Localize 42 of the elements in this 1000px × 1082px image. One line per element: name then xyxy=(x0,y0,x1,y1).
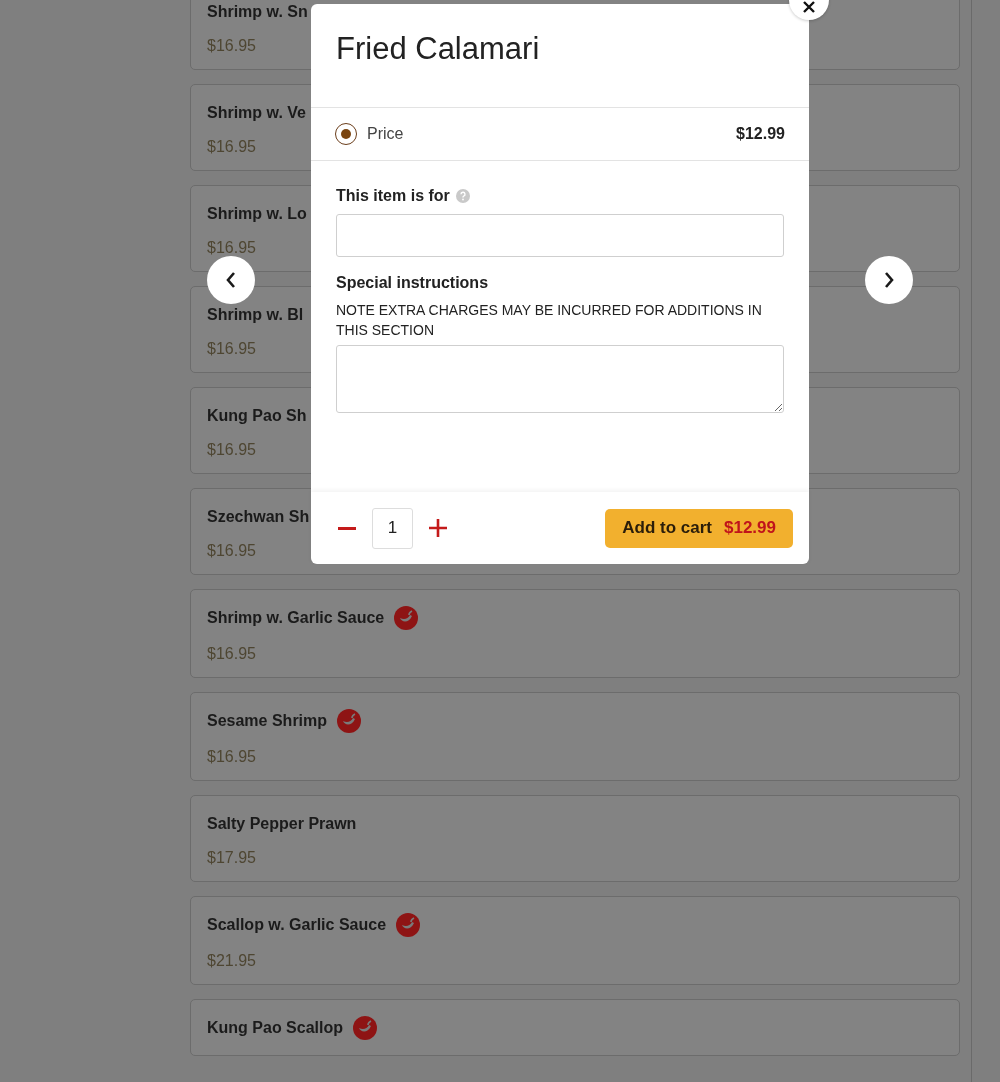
item-price: $17.95 xyxy=(207,849,256,867)
item-name: Szechwan Sh xyxy=(207,508,310,526)
menu-item-card[interactable]: Shrimp w. Garlic Sauce $16.95 xyxy=(190,589,960,678)
item-name: Shrimp w. Bl xyxy=(207,306,304,324)
menu-item-card[interactable]: Sesame Shrimp $16.95 xyxy=(190,692,960,781)
item-price: $16.95 xyxy=(207,441,256,459)
quantity-field[interactable]: 1 xyxy=(372,507,413,549)
item-price: $16.95 xyxy=(207,748,256,766)
field-label: Special instructions xyxy=(336,274,489,292)
increase-button[interactable] xyxy=(427,517,449,539)
dialog-title: Fried Calamari xyxy=(335,30,541,68)
instructions-field[interactable] xyxy=(336,345,784,413)
add-to-cart-button[interactable]: Add to cart $12.99 xyxy=(605,508,793,548)
item-name: Salty Pepper Prawn xyxy=(207,815,357,833)
item-price: $16.95 xyxy=(207,340,256,358)
minus-icon xyxy=(338,526,356,530)
menu-item-card[interactable]: Salty Pepper Prawn $17.95 xyxy=(190,795,960,882)
plus-icon xyxy=(429,519,447,537)
close-icon xyxy=(803,1,815,13)
item-name: Shrimp w. Lo xyxy=(207,205,307,223)
item-name: Shrimp w. Sn xyxy=(207,3,308,21)
item-name: Shrimp w. Garlic Sauce xyxy=(207,609,385,627)
item-price: $16.95 xyxy=(207,645,256,663)
menu-item-card[interactable]: Scallop w. Garlic Sauce $21.95 xyxy=(190,896,960,985)
item-name: Kung Pao Scallop xyxy=(207,1019,343,1037)
item-name: Scallop w. Garlic Sauce xyxy=(207,916,387,934)
item-price: $16.95 xyxy=(207,37,256,55)
item-price: $16.95 xyxy=(207,239,256,257)
item-name: Sesame Shrimp xyxy=(207,712,328,730)
item-price: $21.95 xyxy=(207,952,256,970)
item-name: Shrimp w. Ve xyxy=(207,104,306,122)
item-for-field[interactable] xyxy=(336,214,784,257)
option-price: $12.99 xyxy=(736,125,785,143)
item-name: Kung Pao Sh xyxy=(207,407,307,425)
field-label: This item is for xyxy=(336,187,450,205)
chevron-left-icon xyxy=(226,272,236,288)
item-price: $16.95 xyxy=(207,542,256,560)
menu-item-card[interactable]: Kung Pao Scallop xyxy=(190,999,960,1056)
instructions-note: NOTE EXTRA CHARGES MAY BE INCURRED FOR ADDITIONS IN THIS SECTION xyxy=(336,301,763,340)
option-label: Price xyxy=(367,125,405,143)
item-price: $16.95 xyxy=(207,138,256,156)
chevron-right-icon xyxy=(884,272,894,288)
